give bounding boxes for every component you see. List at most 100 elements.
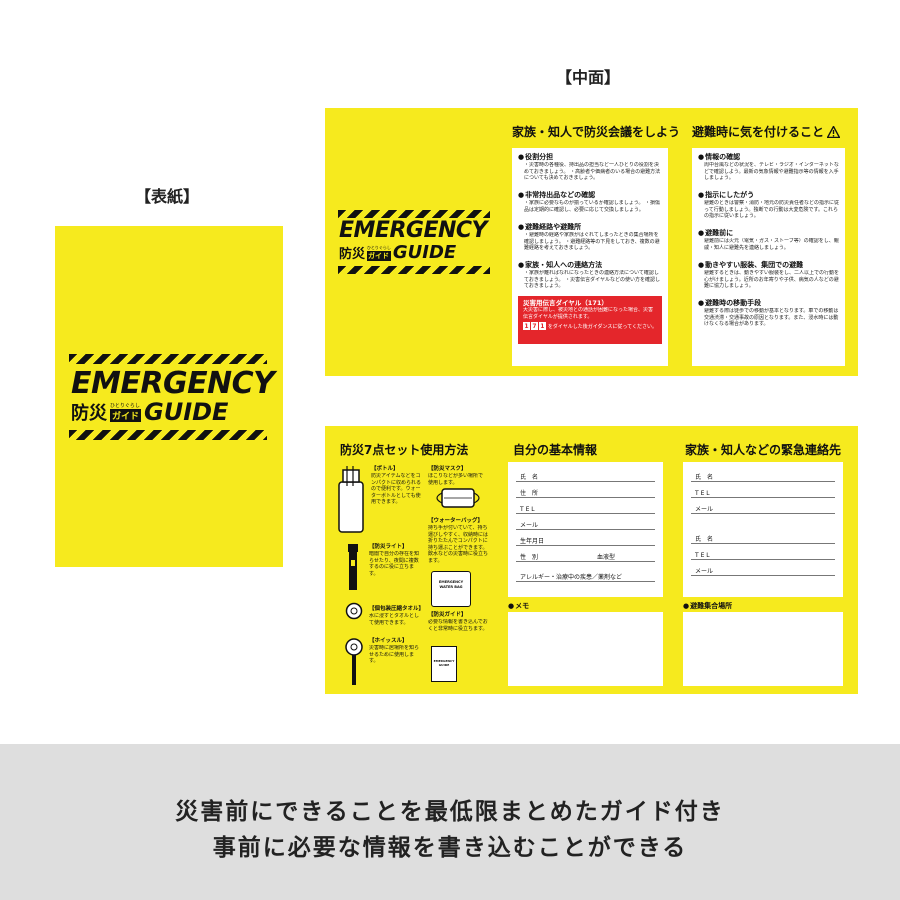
water-bag-illustration: EMERGENCY WATER BAG [431, 571, 471, 607]
towel-icon [345, 602, 363, 620]
evac-item-head: 動きやすい服装、集団での避難 [698, 261, 839, 270]
tool-text: 水に浸すとタオルとして使用できます。 [369, 613, 420, 626]
tool-text: 暗闇で自分の存在を知らせたり、夜間に複数するのに役に立ちます。 [369, 551, 420, 577]
basic-field-allergy[interactable]: アレルギー・治療中の疾患／薬剤など [516, 562, 655, 582]
meeting-box: 役割分担 ・災害時の各種役、持出品の担当など一人ひとりの役割を決めておきましょう… [512, 148, 668, 366]
tool-text: 災害時に居場所を知らせるために使用します。 [369, 645, 420, 664]
kit-title: 防災7点セット使用方法 [340, 443, 469, 457]
hazard-stripe-top [69, 354, 267, 364]
dial-row: 1 7 1 をダイヤルした後ガイダンスに従ってください。 [523, 322, 657, 330]
meeting-title: 家族・知人で防災会議をしよう [512, 125, 681, 139]
memo-label: メモ [508, 602, 529, 611]
evac-item-text: 避難するときは、動きやすい服装をし、二人以上での行動を心がけましょう。近所のお年… [704, 270, 839, 289]
dial-after: をダイヤルした後ガイダンスに従ってください。 [547, 323, 658, 330]
dial-digit: 1 [523, 322, 530, 330]
cover-subtitle: 防災 ひとりぐらし ガイド GUIDE [71, 398, 228, 426]
mask-icon [436, 488, 480, 508]
evac-item-head: 情報の確認 [698, 153, 839, 162]
tool-name: 【個包装圧縮タオル】 [369, 606, 425, 612]
evac-item-head: 指示にしたがう [698, 191, 839, 200]
dial-digit: 1 [538, 322, 546, 330]
dial-digit: 7 [530, 322, 538, 330]
hazard-stripe-bottom [69, 430, 267, 440]
tool-text: 防災アイテムなどをコンパクトに収められるので便利です。ウォーターボトルとしても使… [371, 473, 422, 505]
dial-box: 災害用伝言ダイヤル（171） 大災害に際し、被災地との通話が困難になった場合、災… [518, 296, 662, 344]
basic-field-birthday[interactable]: 生年月日 [516, 530, 655, 546]
basic-field-name[interactable]: 氏 名 [516, 466, 655, 482]
evac-item-head: 避難時の移動手段 [698, 299, 839, 308]
evac-item-text: 避難のときは警察・消防・地元の防災責任者などの指示に従って行動しましょう。独断で… [704, 200, 839, 219]
inside-bottom-panel: 防災7点セット使用方法 【ボトル】 防災アイテムなどをコンパクトに収められるので… [325, 426, 858, 694]
meeting-item-head: 避難経路や避難所 [518, 223, 662, 232]
inside-logo-title: EMERGENCY [339, 218, 487, 243]
warning-icon [827, 125, 841, 138]
guide-illustration: EMERGENCY GUIDE [431, 646, 457, 682]
tool-towel: 【個包装圧縮タオル】 水に浸すとタオルとして使用できます。 [369, 606, 425, 627]
tool-light: 【防災ライト】 暗闇で自分の存在を知らせたり、夜間に複数するのに役に立ちます。 [369, 544, 423, 585]
evac-item-text: 避難前には火元（電気・ガス・ストーブ等）の確認をし、親戚・知人に避難先を連絡しま… [704, 238, 839, 251]
tool-text: 必要な情報を書き込んでおくと非常時に役立ちます。 [428, 619, 488, 632]
inside-guide-tag: ガイド [367, 250, 391, 261]
evac-title: 避難時に気を付けること [692, 125, 825, 139]
inside-label: 【中面】 [556, 68, 621, 87]
meeting-item-head: 役割分担 [518, 153, 662, 162]
tool-name: 【ウォーターバッグ】 [428, 518, 483, 524]
contact-field-name[interactable]: 氏 名 [691, 528, 835, 544]
guide-word: GUIDE [144, 398, 229, 426]
tool-whistle: 【ホイッスル】 災害時に居場所を知らせるために使用します。 [369, 638, 423, 665]
basic-field-tel[interactable]: T E L [516, 498, 655, 514]
contacts-form[interactable]: 氏 名 T E L メール 氏 名 T E L メール [683, 462, 843, 597]
contact-field-tel[interactable]: T E L [691, 544, 835, 560]
bottle-icon [338, 466, 364, 533]
furigana: ひとりぐらし [110, 403, 140, 409]
footer-line-1: 災害前にできることを最低限まとめたガイド付き [175, 799, 725, 825]
footer-line-2: 事前に必要な情報を書き込むことができる [212, 835, 688, 861]
basic-field-mail[interactable]: メール [516, 514, 655, 530]
flashlight-icon [348, 544, 358, 590]
inside-hazard-top [338, 210, 490, 218]
evac-title-row: 避難時に気を付けること [692, 123, 841, 140]
cover-panel: EMERGENCY 防災 ひとりぐらし ガイド GUIDE [55, 226, 283, 567]
contact-field-tel[interactable]: T E L [691, 482, 835, 498]
gather-box[interactable] [683, 612, 843, 686]
basic-field-sex-blood[interactable]: 性 別 血液型 [516, 546, 655, 562]
inside-hazard-bottom [338, 266, 490, 274]
memo-box[interactable] [508, 612, 663, 686]
inside-top-panel: EMERGENCY 防災 ひとりぐらし ガイド GUIDE 家族・知人で防災会議… [325, 108, 858, 376]
meeting-item-head: 非常持出品などの確認 [518, 191, 662, 200]
bosai-text: 防災 [71, 403, 107, 424]
inside-bosai: 防災 [339, 247, 366, 262]
basic-field-blood: 血液型 [596, 554, 615, 561]
footer-band: 災害前にできることを最低限まとめたガイド付き 事前に必要な情報を書き込むことがで… [0, 744, 900, 900]
basic-title: 自分の基本情報 [513, 443, 598, 457]
tool-text: ほこりなどが多い場所で使用します。 [428, 473, 484, 486]
inside-logo-subtitle: 防災 ひとりぐらし ガイド GUIDE [339, 242, 456, 263]
tool-guide: 【防災ガイド】 必要な情報を書き込んでおくと非常時に役立ちます。 [428, 612, 488, 639]
tool-waterbag: 【ウォーターバッグ】 持ち手が付いていて、持ち運びしやすく、収納時には折りたたん… [428, 518, 488, 565]
basic-field-sex: 性 別 [520, 554, 539, 561]
meeting-item-head: 家族・知人への連絡方法 [518, 261, 662, 270]
basic-form[interactable]: 氏 名 住 所 T E L メール 生年月日 性 別 血液型 アレルギー・治療中… [508, 462, 663, 597]
cover-title: EMERGENCY [71, 366, 275, 401]
whistle-icon [345, 638, 363, 685]
evac-item-text: 周中台風などの状況を、テレビ・ラジオ・インターネットなどで確認しよう。最新の気象… [704, 162, 839, 181]
tool-name: 【防災マスク】 [428, 466, 467, 472]
tool-text: 持ち手が付いていて、持ち運びしやすく、収納時には折りたたんでコンパクトに持ち運ぶ… [428, 525, 488, 564]
tool-name: 【ボトル】 [371, 466, 399, 472]
meeting-item-text: ・避難時の経路や家族がはぐれてしまったときの集合場所を確認しましょう。 ・避難経… [524, 232, 660, 251]
tool-bottle: 【ボトル】 防災アイテムなどをコンパクトに収められるので便利です。ウォーターボト… [371, 466, 425, 513]
dial-text: 大災害に際し、被災地との通話が困難になった場合、災害伝言ダイヤルが提供されます。 [523, 307, 653, 320]
contacts-title: 家族・知人などの緊急連絡先 [685, 443, 842, 457]
tool-mask: 【防災マスク】 ほこりなどが多い場所で使用します。 [428, 466, 486, 487]
tool-name: 【防災ガイド】 [428, 612, 467, 618]
contact-field-name[interactable]: 氏 名 [691, 466, 835, 482]
basic-field-address[interactable]: 住 所 [516, 482, 655, 498]
inside-guide-word: GUIDE [392, 242, 457, 263]
evac-item-head: 避難前に [698, 229, 839, 238]
meeting-item-text: ・家族に必要なものが揃っているか確認しましょう。 ・損傷品は定期的に確認し、必要… [524, 200, 661, 213]
tool-name: 【ホイッスル】 [369, 638, 408, 644]
contact-field-mail[interactable]: メール [691, 560, 835, 576]
guide-tag: ガイド [110, 409, 142, 422]
cover-label: 【表紙】 [135, 187, 200, 206]
contact-field-mail[interactable]: メール [691, 498, 835, 514]
